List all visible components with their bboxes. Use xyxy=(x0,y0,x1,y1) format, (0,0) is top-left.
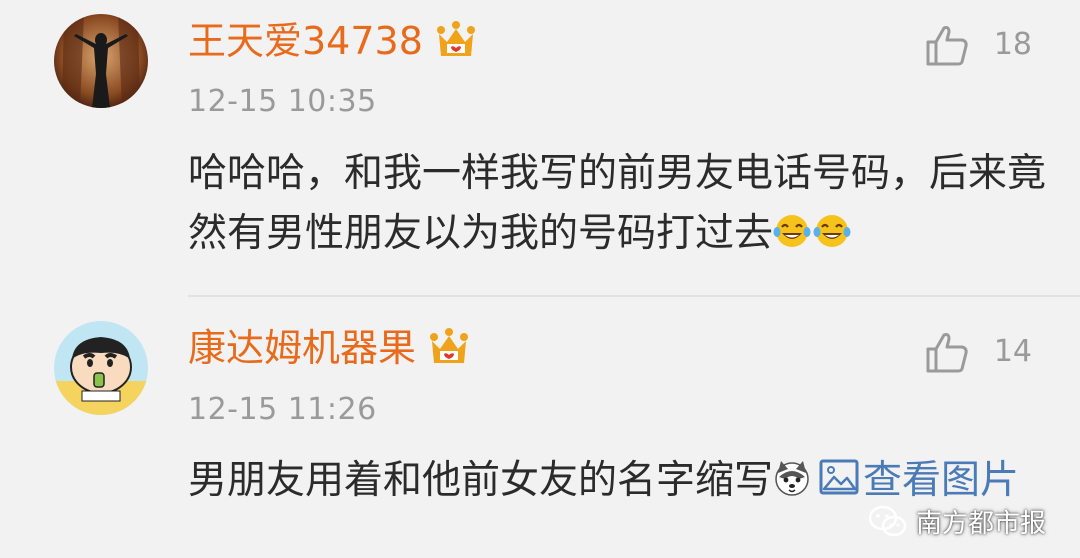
watermark: 南方都市报 xyxy=(868,503,1046,540)
username-row: 康达姆机器果 xyxy=(188,323,470,373)
like-button[interactable]: 18 xyxy=(924,20,1032,70)
cartoon-boy-avatar-icon xyxy=(54,321,148,415)
username[interactable]: 康达姆机器果 xyxy=(188,323,416,373)
view-image-label: 查看图片 xyxy=(863,458,1020,503)
avatar[interactable] xyxy=(54,14,148,108)
wechat-logo-icon xyxy=(868,505,907,536)
thumbs-up-icon xyxy=(926,26,968,66)
crown-icon xyxy=(436,21,475,56)
woman-silhouette-avatar-icon xyxy=(54,14,148,108)
image-icon xyxy=(819,459,859,495)
like-button[interactable]: 14 xyxy=(924,327,1032,377)
comment-body: 男朋友用着和他前女友的名字缩写 xyxy=(188,458,774,503)
husky-dog-emoji-icon xyxy=(775,461,809,496)
watermark-text: 南方都市报 xyxy=(915,509,1046,539)
comment-text: 男朋友用着和他前女友的名字缩写 查看图片 xyxy=(188,451,1048,511)
username[interactable]: 王天爱34738 xyxy=(188,16,423,66)
comment-list: 王天爱34738 12-15 10:35 18 哈哈哈，和我一样我写的前男友电话… xyxy=(0,0,1080,558)
view-image-link[interactable]: 查看图片 xyxy=(813,458,1019,503)
comment-item: 王天爱34738 12-15 10:35 18 哈哈哈，和我一样我写的前男友电话… xyxy=(0,0,1080,296)
thumbs-up-icon xyxy=(926,333,968,373)
timestamp: 12-15 11:26 xyxy=(188,392,377,427)
avatar[interactable] xyxy=(54,321,148,415)
comment-body: 哈哈哈，和我一样我写的前男友电话号码，后来竟然有男性朋友以为我的号码打过去 xyxy=(188,151,1047,256)
username-row: 王天爱34738 xyxy=(188,16,477,66)
laughing-crying-emoji-icon xyxy=(773,215,811,247)
crown-icon xyxy=(430,328,469,363)
laughing-crying-emoji-icon xyxy=(813,215,851,247)
like-count: 18 xyxy=(993,27,1032,62)
timestamp: 12-15 10:35 xyxy=(188,84,377,119)
comment-text: 哈哈哈，和我一样我写的前男友电话号码，后来竟然有男性朋友以为我的号码打过去 xyxy=(188,144,1048,264)
like-count: 14 xyxy=(993,334,1032,369)
